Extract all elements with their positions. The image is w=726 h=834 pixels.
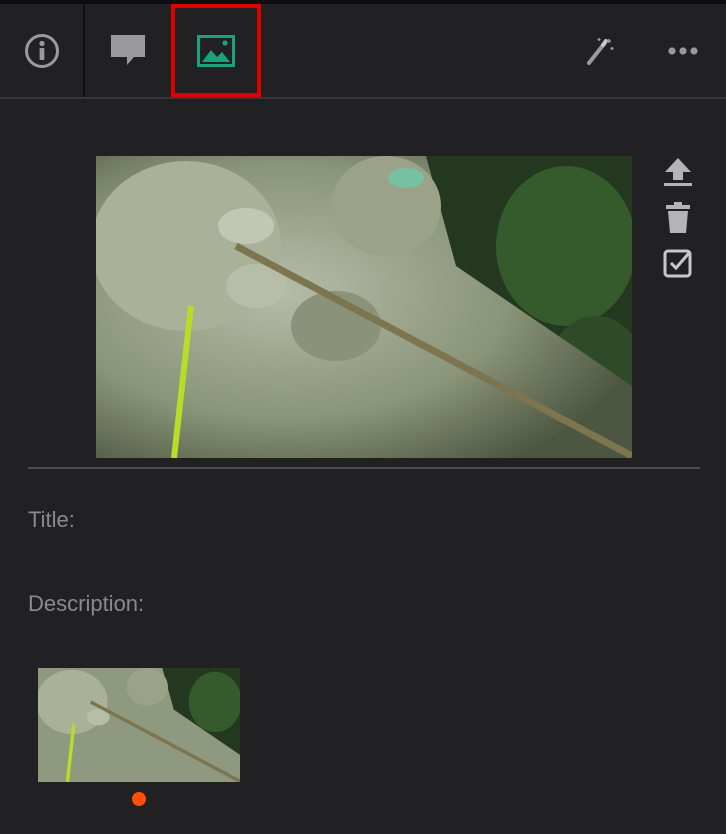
select-button[interactable] (658, 248, 698, 294)
divider (28, 467, 700, 469)
preview-image (96, 156, 632, 458)
toolbar (0, 4, 726, 99)
tab-magic[interactable] (575, 4, 625, 97)
thumbnail-image (38, 668, 240, 782)
image-preview[interactable] (96, 156, 632, 458)
upload-icon (664, 158, 692, 186)
upload-button[interactable] (658, 156, 698, 202)
image-actions (658, 156, 698, 294)
more-dots-icon (667, 46, 698, 55)
title-label: Title: (28, 507, 75, 532)
delete-button[interactable] (658, 202, 698, 248)
image-panel: Title: Description: (0, 0, 726, 834)
tab-image[interactable] (171, 4, 261, 97)
tab-info[interactable] (0, 4, 85, 97)
image-icon (197, 34, 235, 67)
tab-more[interactable] (655, 4, 710, 97)
info-icon (24, 33, 59, 68)
description-label: Description: (28, 591, 145, 616)
image-thumbnail[interactable] (38, 668, 240, 782)
selected-thumbnail-indicator (132, 792, 146, 806)
speech-bubble-icon (111, 34, 145, 65)
tab-comments[interactable] (85, 4, 171, 97)
magic-wand-icon (587, 37, 614, 65)
trash-icon (666, 202, 690, 233)
checkbox-icon (663, 249, 692, 278)
